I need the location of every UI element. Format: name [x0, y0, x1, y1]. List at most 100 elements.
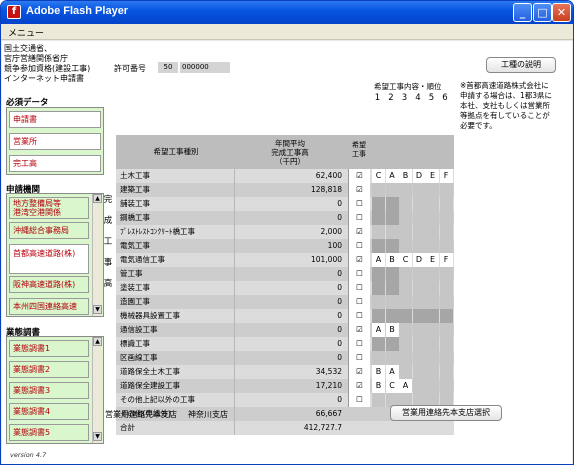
order-cell[interactable]: B	[385, 323, 399, 337]
hope-checkbox[interactable]: ☑	[348, 183, 370, 197]
order-cell[interactable]	[426, 351, 439, 365]
order-cell[interactable]: B	[372, 379, 385, 393]
order-cell[interactable]	[426, 309, 439, 323]
order-cell[interactable]	[399, 197, 412, 211]
hope-checkbox[interactable]: ☑	[348, 253, 370, 267]
hope-checkbox[interactable]: ☑	[348, 365, 370, 379]
order-cell[interactable]	[412, 337, 426, 351]
order-cell[interactable]: F	[439, 253, 453, 267]
order-cell[interactable]	[372, 225, 385, 239]
hope-checkbox[interactable]: ☐	[348, 211, 370, 225]
order-cell[interactable]	[426, 337, 439, 351]
order-cell[interactable]	[372, 197, 385, 211]
order-cell[interactable]	[399, 309, 412, 323]
title-bar[interactable]: f Adobe Flash Player _ □ ✕	[1, 1, 573, 24]
agency-scrollbar[interactable]: ▲ ▼	[92, 194, 102, 316]
hope-checkbox[interactable]: ☐	[348, 393, 370, 407]
hope-checkbox[interactable]: ☑	[348, 323, 370, 337]
permit-code2[interactable]: 000000	[180, 62, 230, 73]
order-cell[interactable]	[385, 281, 399, 295]
survey-item[interactable]: 業態調書4	[9, 403, 89, 420]
order-cell[interactable]	[412, 225, 426, 239]
order-cell[interactable]: B	[372, 365, 385, 379]
order-cell[interactable]	[399, 337, 412, 351]
order-cell[interactable]	[412, 183, 426, 197]
survey-item[interactable]: 業態調書2	[9, 361, 89, 378]
order-cell[interactable]	[385, 351, 399, 365]
order-cell[interactable]	[399, 295, 412, 309]
order-cell[interactable]	[439, 183, 453, 197]
agency-item[interactable]: 首都高速道路(株)	[9, 244, 89, 274]
order-cell[interactable]	[399, 211, 412, 225]
order-cell[interactable]	[412, 309, 426, 323]
order-cell[interactable]	[412, 379, 426, 393]
menu-item[interactable]: メニュー	[8, 26, 44, 39]
order-cell[interactable]	[426, 183, 439, 197]
hope-checkbox[interactable]: ☐	[348, 337, 370, 351]
scroll-down-icon[interactable]: ▼	[93, 305, 102, 314]
order-cell[interactable]	[412, 267, 426, 281]
hope-checkbox[interactable]: ☐	[348, 309, 370, 323]
order-cell[interactable]	[385, 267, 399, 281]
order-cell[interactable]: F	[439, 169, 453, 183]
scroll-up-icon[interactable]: ▲	[93, 194, 102, 203]
order-cell[interactable]	[439, 295, 453, 309]
order-cell[interactable]: C	[385, 379, 399, 393]
order-cell[interactable]	[426, 323, 439, 337]
order-cell[interactable]	[439, 211, 453, 225]
hope-checkbox[interactable]: ☐	[348, 351, 370, 365]
order-cell[interactable]	[426, 211, 439, 225]
maximize-button[interactable]: □	[533, 3, 552, 22]
order-cell[interactable]	[426, 239, 439, 253]
order-cell[interactable]	[399, 183, 412, 197]
order-cell[interactable]	[439, 281, 453, 295]
order-cell[interactable]	[412, 295, 426, 309]
explain-button[interactable]: 工種の説明	[486, 57, 556, 73]
order-cell[interactable]	[372, 281, 385, 295]
order-cell[interactable]	[439, 267, 453, 281]
order-cell[interactable]	[412, 281, 426, 295]
order-cell[interactable]	[426, 267, 439, 281]
order-cell[interactable]	[372, 239, 385, 253]
order-cell[interactable]	[399, 351, 412, 365]
order-cell[interactable]	[439, 351, 453, 365]
order-cell[interactable]	[385, 225, 399, 239]
order-cell[interactable]	[372, 393, 385, 407]
hope-checkbox[interactable]: ☑	[348, 225, 370, 239]
permit-code1[interactable]: 50	[158, 62, 178, 73]
order-cell[interactable]	[385, 211, 399, 225]
order-cell[interactable]	[372, 211, 385, 225]
scroll-up-icon[interactable]: ▲	[93, 337, 102, 346]
hope-checkbox[interactable]: ☑	[348, 379, 370, 393]
order-cell[interactable]	[439, 379, 453, 393]
branch-select-button[interactable]: 営業用連絡先本支店選択	[390, 405, 502, 421]
order-cell[interactable]	[372, 309, 385, 323]
order-cell[interactable]	[372, 183, 385, 197]
required-item[interactable]: 営業所	[9, 133, 101, 150]
order-cell[interactable]: B	[399, 169, 412, 183]
order-cell[interactable]: A	[372, 323, 385, 337]
order-cell[interactable]	[439, 323, 453, 337]
order-cell[interactable]	[372, 337, 385, 351]
order-cell[interactable]	[399, 323, 412, 337]
order-cell[interactable]	[439, 239, 453, 253]
hope-checkbox[interactable]: ☐	[348, 197, 370, 211]
order-cell[interactable]	[439, 337, 453, 351]
hope-checkbox[interactable]: ☐	[348, 295, 370, 309]
hope-checkbox[interactable]: ☑	[348, 169, 370, 183]
survey-scrollbar[interactable]: ▲ ▼	[92, 337, 102, 443]
scroll-down-icon[interactable]: ▼	[93, 432, 102, 441]
order-cell[interactable]	[412, 211, 426, 225]
order-cell[interactable]: C	[372, 169, 385, 183]
order-cell[interactable]	[385, 197, 399, 211]
order-cell[interactable]	[385, 337, 399, 351]
order-cell[interactable]	[399, 365, 412, 379]
order-cell[interactable]	[439, 225, 453, 239]
order-cell[interactable]	[426, 281, 439, 295]
order-cell[interactable]	[372, 295, 385, 309]
order-cell[interactable]	[412, 239, 426, 253]
order-cell[interactable]	[385, 295, 399, 309]
close-button[interactable]: ✕	[552, 3, 571, 22]
order-cell[interactable]	[426, 365, 439, 379]
order-cell[interactable]	[439, 365, 453, 379]
